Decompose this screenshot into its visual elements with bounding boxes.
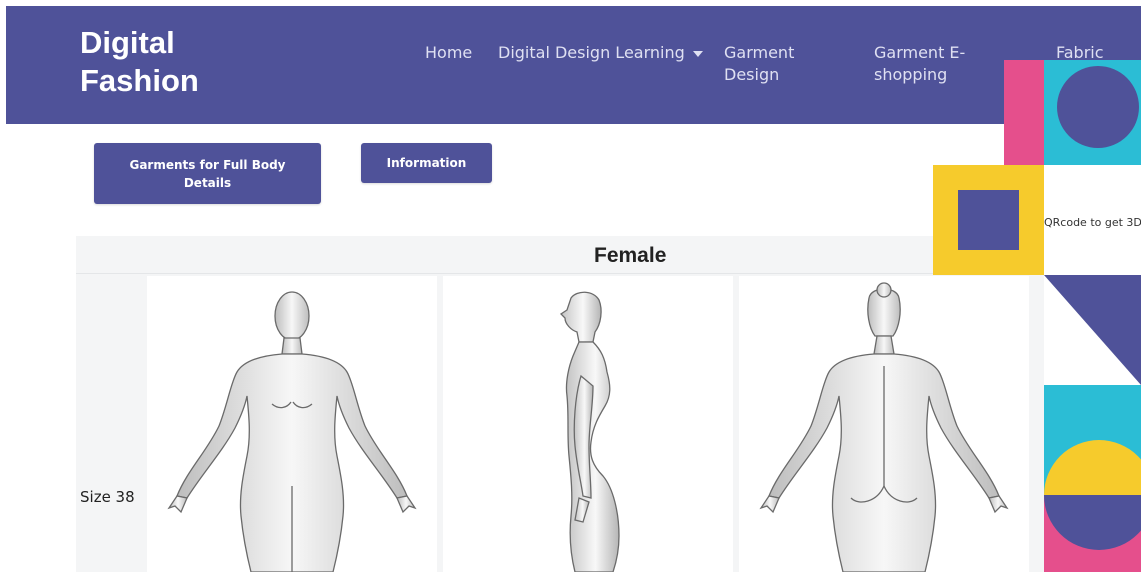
decor-bottom-block bbox=[1044, 385, 1141, 572]
garments-full-body-button[interactable]: Garments for Full Body Details bbox=[94, 143, 321, 204]
decor-pink-block bbox=[1004, 60, 1044, 165]
nav-home[interactable]: Home bbox=[425, 42, 472, 64]
front-view-cell bbox=[147, 276, 437, 572]
caret-down-icon bbox=[692, 50, 703, 57]
decor-circle-icon bbox=[1057, 66, 1139, 148]
top-navbar: Digital Fashion Home Digital Design Lear… bbox=[6, 6, 1141, 124]
side-body-figure bbox=[559, 291, 620, 572]
brand-line-1: Digital bbox=[80, 25, 175, 60]
nav-digital-design-learning[interactable]: Digital Design Learning bbox=[498, 42, 703, 64]
qr-caption: QRcode to get 3D bbox=[1044, 216, 1141, 229]
nav-garment-design[interactable]: Garment Design bbox=[724, 42, 834, 86]
size-label: Size 38 bbox=[80, 488, 135, 506]
table-header: Female bbox=[76, 236, 1076, 274]
brand-line-2: Fashion bbox=[80, 63, 199, 98]
front-body-figure bbox=[167, 291, 417, 572]
qr-code-placeholder-icon[interactable] bbox=[958, 190, 1019, 250]
avatar-table: Female Size 38 bbox=[76, 236, 1076, 572]
back-body-figure bbox=[759, 282, 1009, 572]
side-view-cell bbox=[443, 276, 733, 572]
decor-triangle-icon bbox=[1044, 275, 1141, 385]
table-title: Female bbox=[594, 244, 667, 267]
nav-digital-design-learning-label: Digital Design Learning bbox=[498, 43, 685, 62]
back-view-cell bbox=[739, 276, 1029, 572]
information-button[interactable]: Information bbox=[361, 143, 492, 183]
nav-garment-eshopping[interactable]: Garment E-shopping bbox=[874, 42, 994, 86]
brand-logo[interactable]: Digital Fashion bbox=[80, 24, 199, 100]
